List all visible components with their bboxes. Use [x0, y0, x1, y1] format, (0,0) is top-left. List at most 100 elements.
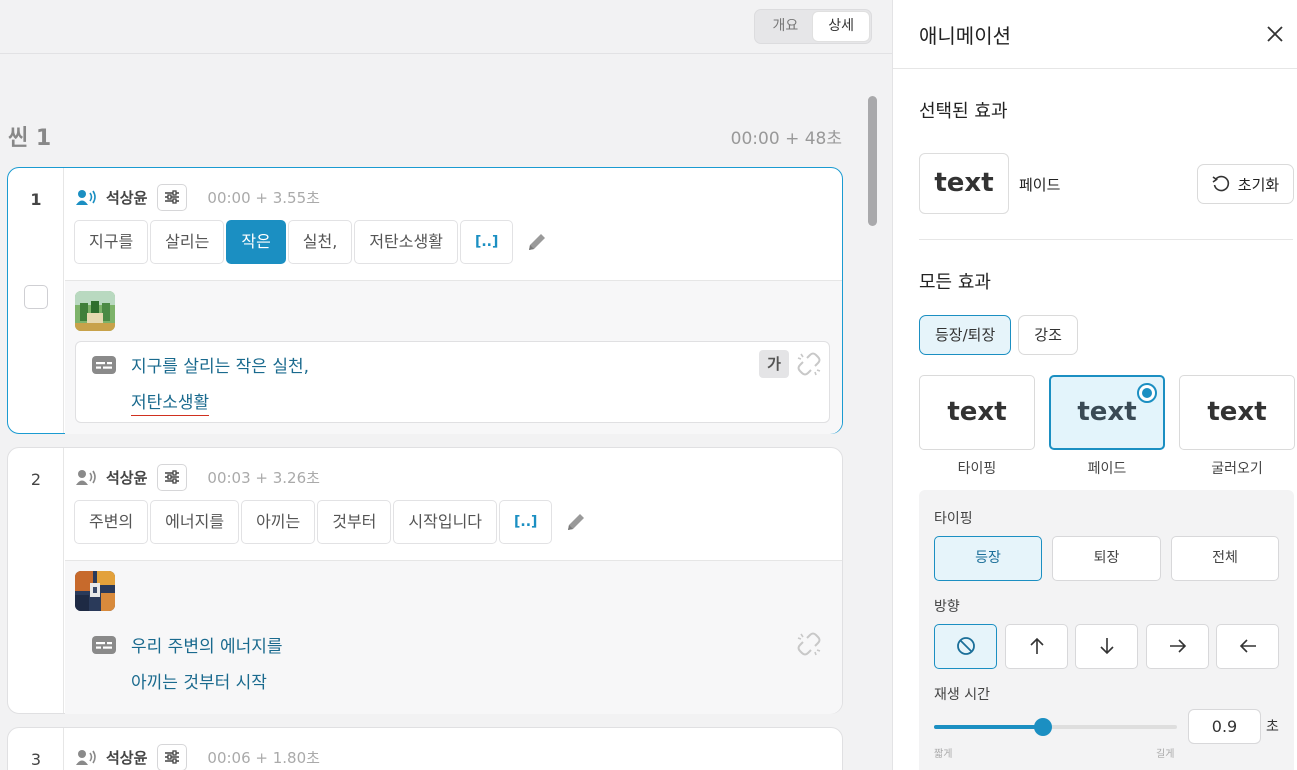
- mode-enter-button[interactable]: 등장: [934, 536, 1042, 581]
- view-toggle: 개요 상세: [754, 9, 872, 44]
- selected-effect-name: 페이드: [1019, 176, 1061, 194]
- view-overview-button[interactable]: 개요: [757, 12, 813, 41]
- caption-box[interactable]: 지구를 살리는 작은 실천, 저탄소생활 가: [75, 341, 830, 423]
- reset-label: 초기화: [1237, 175, 1280, 194]
- script-card[interactable]: 1 석상윤 00:00 + 3.55초 지구를 살리는 작은 실천, 저탄소생활…: [7, 167, 843, 434]
- subtitle-icon: [92, 636, 116, 654]
- divider: [919, 239, 1293, 240]
- card-checkbox[interactable]: [24, 285, 48, 309]
- close-icon[interactable]: [1263, 22, 1287, 46]
- direction-up-button[interactable]: [1005, 624, 1068, 669]
- caption-line: 아끼는 것부터 시작: [131, 673, 267, 693]
- word-chip[interactable]: 것부터: [317, 500, 392, 544]
- editor-toolbar: 개요 상세: [0, 0, 892, 54]
- direction-down-button[interactable]: [1075, 624, 1138, 669]
- mode-all-button[interactable]: 전체: [1171, 536, 1279, 581]
- tab-emphasis[interactable]: 강조: [1018, 315, 1078, 355]
- mode-exit-button[interactable]: 퇴장: [1052, 536, 1161, 581]
- duration-label: 재생 시간: [934, 687, 990, 703]
- caption-box[interactable]: 우리 주변의 에너지를 아끼는 것부터 시작: [75, 621, 830, 703]
- word-chip[interactable]: 지구를: [74, 220, 149, 264]
- effect-fade[interactable]: text: [1049, 375, 1165, 450]
- speaker-name[interactable]: 석상윤: [106, 187, 147, 208]
- scene-media-area: 지구를 살리는 작은 실천, 저탄소생활 가: [65, 280, 842, 434]
- panel-title: 애니메이션: [919, 24, 1011, 48]
- voice-settings-button[interactable]: [157, 463, 188, 491]
- speaker-icon: [76, 469, 98, 485]
- clip-time: 00:00 + 3.55초: [207, 188, 320, 207]
- effect-label: 굴러오기: [1211, 461, 1263, 477]
- direction-label: 방향: [934, 599, 960, 615]
- caption-line: 저탄소생활: [131, 388, 210, 416]
- arrow-left-icon: [1239, 639, 1256, 653]
- effect-label: 페이드: [1087, 461, 1127, 477]
- unlink-icon[interactable]: [797, 352, 821, 376]
- scene-thumbnail[interactable]: [75, 571, 115, 611]
- card-index: 1: [30, 190, 42, 209]
- effect-roll-in[interactable]: text: [1179, 375, 1295, 450]
- speaker-icon: [76, 749, 98, 765]
- text-style-button[interactable]: 가: [759, 350, 789, 378]
- direction-right-button[interactable]: [1146, 624, 1209, 669]
- voice-settings-button[interactable]: [157, 183, 188, 211]
- clip-time: 00:03 + 3.26초: [207, 468, 320, 487]
- arrow-up-icon: [1029, 637, 1044, 654]
- duration-input[interactable]: 0.9: [1188, 709, 1261, 744]
- sliders-icon: [165, 190, 180, 204]
- speaker-row: 석상윤 00:00 + 3.55초: [76, 182, 320, 212]
- word-chip[interactable]: 저탄소생활: [354, 220, 458, 264]
- duration-slider[interactable]: [934, 718, 1177, 736]
- effect-label: 타이핑: [957, 461, 997, 477]
- tab-enter-exit[interactable]: 등장/퇴장: [919, 315, 1012, 355]
- undo-icon: [1212, 175, 1229, 192]
- word-chip[interactable]: 살리는: [150, 220, 225, 264]
- script-card[interactable]: 3 석상윤 00:06 + 1.80초: [7, 727, 843, 770]
- speaker-name[interactable]: 석상윤: [106, 467, 147, 488]
- scene-time: 00:00 + 48초: [730, 129, 842, 149]
- word-chip[interactable]: 아끼는: [241, 500, 316, 544]
- options-title: 타이핑: [934, 511, 973, 527]
- duration-unit: 초: [1266, 719, 1279, 735]
- scene-media-area: 우리 주변의 에너지를 아끼는 것부터 시작: [65, 560, 842, 714]
- selected-effect-heading: 선택된 효과: [919, 101, 1008, 122]
- card-index: 3: [30, 750, 42, 769]
- sliders-icon: [165, 470, 180, 484]
- script-card[interactable]: 2 석상윤 00:03 + 3.26초 주변의 에너지를 아끼는 것부터 시작입…: [7, 447, 843, 714]
- direction-none-button[interactable]: [934, 624, 997, 669]
- sliders-icon: [165, 750, 180, 764]
- slider-fill: [934, 725, 1044, 729]
- scene-title: 씬 1: [8, 126, 52, 151]
- reset-button[interactable]: 초기화: [1197, 164, 1294, 204]
- speaker-name[interactable]: 석상윤: [106, 747, 147, 768]
- speaker-row: 석상윤 00:03 + 3.26초: [76, 462, 320, 492]
- direction-left-button[interactable]: [1216, 624, 1279, 669]
- speaker-icon: [76, 189, 98, 205]
- selected-radio-icon: [1137, 383, 1157, 403]
- effect-typing[interactable]: text: [919, 375, 1035, 450]
- pencil-icon[interactable]: [525, 230, 549, 254]
- word-chips: 주변의 에너지를 아끼는 것부터 시작입니다 [..]: [74, 500, 588, 544]
- pause-chip[interactable]: [..]: [459, 220, 514, 264]
- slider-max-label: 길게: [1156, 749, 1175, 760]
- effect-category-tabs: 등장/퇴장 강조: [919, 315, 1085, 355]
- view-detail-button[interactable]: 상세: [813, 12, 869, 41]
- voice-settings-button[interactable]: [157, 743, 188, 770]
- word-chip-selected[interactable]: 작은: [226, 220, 286, 264]
- unlink-icon[interactable]: [797, 632, 821, 656]
- word-chip[interactable]: 에너지를: [150, 500, 240, 544]
- pause-chip[interactable]: [..]: [499, 500, 553, 544]
- pencil-icon[interactable]: [564, 510, 588, 534]
- word-chip[interactable]: 주변의: [74, 500, 149, 544]
- clip-time: 00:06 + 1.80초: [207, 748, 320, 767]
- scene-thumbnail[interactable]: [75, 291, 115, 331]
- word-chip[interactable]: 실천,: [287, 220, 353, 264]
- scrollbar-thumb[interactable]: [868, 96, 877, 226]
- script-editor: 개요 상세 씬 1 00:00 + 48초 1 석상윤 00:00 + 3.55…: [0, 0, 892, 770]
- caption-line: 우리 주변의 에너지를: [131, 637, 283, 657]
- slider-knob[interactable]: [1034, 718, 1053, 736]
- selected-effect-preview: text: [919, 153, 1009, 214]
- word-chip[interactable]: 시작입니다: [393, 500, 498, 544]
- speaker-row: 석상윤 00:06 + 1.80초: [76, 742, 320, 770]
- card-index-column: 2: [8, 448, 64, 713]
- animation-panel: 애니메이션 선택된 효과 text 페이드 초기화 모든 효과 등장/퇴장 강조…: [892, 0, 1297, 770]
